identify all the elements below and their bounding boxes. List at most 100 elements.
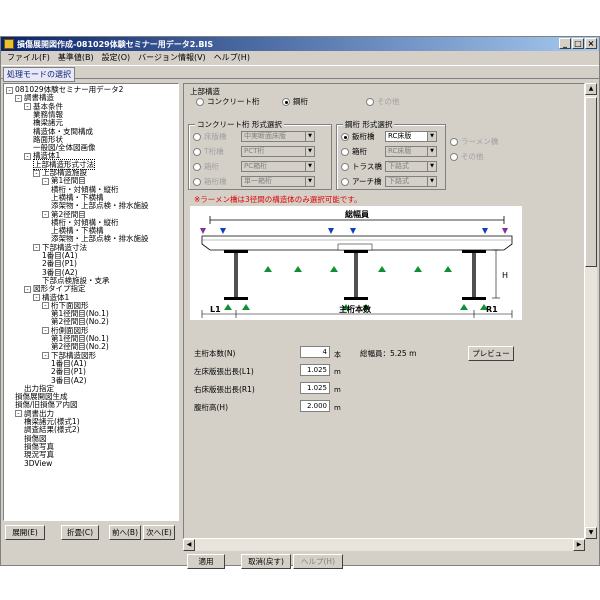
steel-type-group: 鋼桁 形式選択 鈑桁橋 RC床版 ▼ 箱桁 RC床版 ▼ トラス橋 下路式 ▼ アーチ… <box>336 119 446 190</box>
apply-button[interactable]: 適用 <box>187 554 225 569</box>
radio-t-girder[interactable]: T桁橋 <box>193 146 224 157</box>
radio-steel-other[interactable]: その他 <box>450 151 484 162</box>
tree-collapse-icon[interactable]: - <box>42 327 49 335</box>
girder-count-unit: 本 <box>334 351 341 359</box>
tree-collapse-icon[interactable]: - <box>33 169 40 177</box>
girder-height-input[interactable]: 2.000 <box>300 400 330 412</box>
superstructure-group: 上部構造 コンクリート桁 鋼桁 その他 <box>190 87 512 108</box>
l1-label: L1 <box>210 305 221 314</box>
left-overhang-label: 左床版張出長(L1) <box>194 367 254 376</box>
form-panel: 上部構造 コンクリート桁 鋼桁 その他 コンクリート桁 形式選択 床版橋 中実断… <box>183 83 585 539</box>
right-overhang-unit: m <box>334 386 341 394</box>
radio-dot <box>193 147 201 156</box>
title-bar: 損傷展開図作成-081029体験セミナー用データ2.BIS _ □ × <box>1 37 599 51</box>
scroll-thumb[interactable] <box>585 97 597 267</box>
tree-view[interactable]: -081029体験セミナー用データ2- 調書構造 - 基本条件 業務情報 橋梁諸元 構造体・… <box>3 83 179 521</box>
scroll-up-icon[interactable]: ▲ <box>585 83 597 95</box>
vertical-scrollbar[interactable]: ▲ ▼ <box>585 83 597 539</box>
tab-mode-select[interactable]: 処理モードの選択 <box>3 67 75 82</box>
tree-collapse-icon[interactable]: - <box>15 94 22 102</box>
help-button[interactable]: ヘルプ(H) <box>293 554 343 569</box>
girder-count-field-label: 主桁本数(N) <box>194 349 236 358</box>
plate-girder-combo[interactable]: RC床版 ▼ <box>385 131 437 142</box>
tree-collapse-icon[interactable]: - <box>24 152 31 160</box>
menu-version[interactable]: バージョン情報(V) <box>134 52 210 63</box>
minimize-button[interactable]: _ <box>559 38 571 49</box>
expand-button[interactable]: 展開(E) <box>5 525 45 540</box>
slab-bridge-combo[interactable]: 中実断面床版 ▼ <box>241 131 315 142</box>
girder-height-label: 腹桁高(H) <box>194 403 228 412</box>
radio-other[interactable]: その他 <box>366 96 400 107</box>
tree-collapse-icon[interactable]: - <box>42 177 49 185</box>
steel-box-combo[interactable]: RC床版 ▼ <box>385 146 437 157</box>
radio-dot <box>341 147 349 156</box>
tree-collapse-icon[interactable]: - <box>6 86 13 94</box>
horizontal-scrollbar[interactable]: ◀ ▶ <box>183 539 585 551</box>
chevron-down-icon: ▼ <box>427 132 436 141</box>
r1-label: R1 <box>486 305 498 314</box>
tree-collapse-icon[interactable]: - <box>33 294 40 301</box>
tree-collapse-icon[interactable]: - <box>33 244 40 252</box>
girder-count-input[interactable]: 4 <box>300 346 330 358</box>
prev-button[interactable]: 前へ(B) <box>109 525 141 540</box>
load-marker <box>220 228 226 234</box>
tree-collapse-icon[interactable]: - <box>15 410 22 418</box>
menu-file[interactable]: ファイル(F) <box>3 52 54 63</box>
scroll-down-icon[interactable]: ▼ <box>585 527 597 539</box>
steel-type-title: 鋼桁 形式選択 <box>343 119 395 130</box>
scroll-left-icon[interactable]: ◀ <box>183 539 195 551</box>
radio-steel[interactable]: 鋼桁 <box>282 96 308 107</box>
girder-left <box>224 250 248 300</box>
radio-slab-bridge[interactable]: 床版橋 <box>193 131 227 142</box>
radio-dot-checked <box>341 132 349 141</box>
menu-bar: ファイル(F) 基準値(B) 設定(O) バージョン情報(V) ヘルプ(H) <box>1 51 599 63</box>
menu-help[interactable]: ヘルプ(H) <box>210 52 254 63</box>
load-marker-right <box>502 228 508 234</box>
app-window: 損傷展開図作成-081029体験セミナー用データ2.BIS _ □ × ファイル… <box>0 36 600 569</box>
radio-dot <box>450 152 458 161</box>
tree-node-label: 3DView <box>24 458 53 468</box>
menu-settings[interactable]: 設定(O) <box>98 52 135 63</box>
radio-concrete[interactable]: コンクリート桁 <box>196 96 260 107</box>
radio-arch[interactable]: アーチ橋 <box>341 176 382 187</box>
radio-rahmen[interactable]: ラーメン橋 <box>450 136 498 147</box>
box-girder-combo[interactable]: PC箱桁 ▼ <box>241 161 315 172</box>
next-button[interactable]: 次へ(E) <box>143 525 175 540</box>
radio-dot <box>341 177 349 186</box>
tree-collapse-icon[interactable]: - <box>24 103 31 111</box>
concrete-type-group: コンクリート桁 形式選択 床版橋 中実断面床版 ▼ T桁橋 PCT桁 ▼ 箱桁 PC… <box>188 119 332 190</box>
radio-truss[interactable]: トラス橋 <box>341 161 382 172</box>
radio-plate-girder[interactable]: 鈑桁橋 <box>341 131 375 142</box>
left-overhang-input[interactable]: 1.025 <box>300 364 330 376</box>
maximize-button[interactable]: □ <box>572 38 584 49</box>
radio-dot <box>193 177 201 186</box>
load-marker <box>328 228 334 234</box>
radio-box-girder-bridge[interactable]: 箱桁橋 <box>193 176 227 187</box>
close-button[interactable]: × <box>585 38 597 49</box>
tree-node[interactable]: 3番目(A2) <box>51 376 87 385</box>
arch-combo[interactable]: 下路式 ▼ <box>385 176 437 187</box>
cross-section-svg: 総幅員 H L1 主桁本数 R1 <box>200 209 513 318</box>
load-marker-left <box>200 228 206 234</box>
concrete-type-title: コンクリート桁 形式選択 <box>195 119 284 130</box>
radio-steel-box[interactable]: 箱桁 <box>341 146 367 157</box>
tree-collapse-icon[interactable]: - <box>42 352 49 360</box>
menu-criteria[interactable]: 基準値(B) <box>54 52 98 63</box>
radio-box-girder[interactable]: 箱桁 <box>193 161 219 172</box>
tree-collapse-icon[interactable]: - <box>42 211 49 218</box>
right-overhang-input[interactable]: 1.025 <box>300 382 330 394</box>
preview-button[interactable]: プレビュー <box>468 346 514 361</box>
scroll-right-icon[interactable]: ▶ <box>573 539 585 551</box>
truss-combo[interactable]: 下路式 ▼ <box>385 161 437 172</box>
cancel-button[interactable]: 取消(戻す) <box>241 554 291 569</box>
mode-tabbar: 処理モードの選択 <box>1 65 599 82</box>
tree-node[interactable]: 3DView <box>24 459 52 468</box>
t-girder-combo[interactable]: PCT桁 ▼ <box>241 146 315 157</box>
radio-dot <box>193 162 201 171</box>
radio-dot <box>193 132 201 141</box>
box-girder-bridge-combo[interactable]: 単一箱桁 ▼ <box>241 176 315 187</box>
tree-collapse-icon[interactable]: - <box>24 285 31 293</box>
tree-collapse-icon[interactable]: - <box>42 302 49 310</box>
chevron-down-icon: ▼ <box>427 147 436 156</box>
collapse-button[interactable]: 折畳(C) <box>61 525 99 540</box>
